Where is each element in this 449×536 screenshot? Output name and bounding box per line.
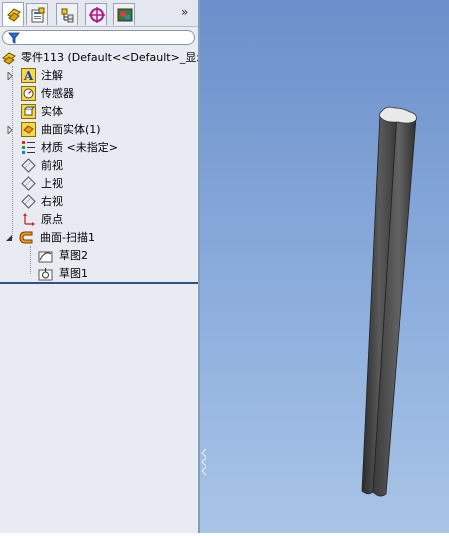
property-manager-icon (31, 7, 45, 23)
expand-arrow-icon[interactable] (6, 126, 14, 134)
sketch-icon (38, 251, 53, 263)
graphics-viewport[interactable] (200, 0, 449, 533)
tree-item-label: 原点 (41, 213, 63, 226)
tree-item-surface-bodies[interactable]: 曲面实体(1) (0, 121, 198, 138)
rollback-bar[interactable] (0, 282, 198, 284)
tree-root-label: 零件113 (Default<<Default>_显示 (21, 51, 208, 64)
svg-text:A: A (23, 69, 34, 83)
dimxpert-icon (89, 7, 105, 23)
tab-configuration-manager[interactable] (56, 3, 78, 25)
tree-item-label: 材质 <未指定> (41, 141, 118, 154)
tree-item-sketch2[interactable]: 草图2 (0, 247, 198, 264)
tree-item-label: 右视 (41, 195, 63, 208)
tree-item-label: 草图2 (59, 249, 88, 262)
collapse-panel-handle-icon[interactable] (199, 447, 207, 477)
tab-property-manager[interactable] (26, 3, 48, 25)
tree-root-part[interactable]: 零件113 (Default<<Default>_显示 (0, 49, 207, 66)
tree-item-label: 草图1 (59, 267, 88, 280)
tree-item-label: 曲面-扫描1 (40, 231, 95, 244)
surface-sweep-icon (19, 231, 33, 244)
manager-tabbar: » (0, 0, 198, 27)
sketch-icon (38, 268, 53, 281)
tree-item-sensors[interactable]: 传感器 (0, 85, 198, 102)
tree-item-sketch1[interactable]: 草图1 (0, 265, 198, 282)
tab-feature-manager[interactable] (2, 2, 24, 26)
part-icon (2, 52, 16, 65)
sensors-icon (21, 86, 36, 101)
tree-filter-input[interactable] (2, 30, 195, 45)
tree-item-origin[interactable]: 原点 (0, 211, 198, 228)
panel-overflow-chevron-icon[interactable]: » (181, 6, 193, 18)
configuration-manager-icon (61, 8, 74, 23)
display-manager-icon (117, 8, 133, 22)
tree-item-front-plane[interactable]: 前视 (0, 157, 198, 174)
tree-item-surface-sweep[interactable]: 曲面-扫描1 (0, 229, 198, 246)
plane-icon (21, 158, 36, 173)
material-icon (22, 141, 35, 154)
tab-display-manager[interactable] (113, 3, 135, 25)
tree-item-label: 前视 (41, 159, 63, 172)
rod-top-cap (379, 106, 417, 124)
tree-item-label: 实体 (41, 105, 63, 118)
feature-manager-panel: » 零件113 (Default<<Default>_显示 A 注解 传感器 实… (0, 0, 207, 533)
tree-item-solid-bodies[interactable]: 实体 (0, 103, 198, 120)
solid-bodies-icon (21, 104, 36, 119)
feature-manager-icon (7, 8, 21, 22)
plane-icon (21, 176, 36, 191)
plane-icon (21, 194, 36, 209)
collapse-arrow-icon[interactable] (5, 234, 13, 242)
origin-icon (23, 213, 35, 226)
swept-surface-model[interactable] (200, 0, 449, 533)
surface-bodies-icon (21, 122, 36, 137)
tree-item-label: 传感器 (41, 87, 74, 100)
tree-item-material[interactable]: 材质 <未指定> (0, 139, 198, 156)
tree-item-label: 上视 (41, 177, 63, 190)
annotations-icon: A (21, 68, 36, 83)
filter-icon (8, 32, 20, 44)
tree-item-annotations[interactable]: A 注解 (0, 67, 198, 84)
tree-item-label: 注解 (41, 69, 63, 82)
tree-item-top-plane[interactable]: 上视 (0, 175, 198, 192)
tab-dimxpert[interactable] (85, 3, 107, 25)
expand-arrow-icon[interactable] (6, 72, 14, 80)
tree-item-right-plane[interactable]: 右视 (0, 193, 198, 210)
tree-item-label: 曲面实体(1) (41, 123, 101, 136)
